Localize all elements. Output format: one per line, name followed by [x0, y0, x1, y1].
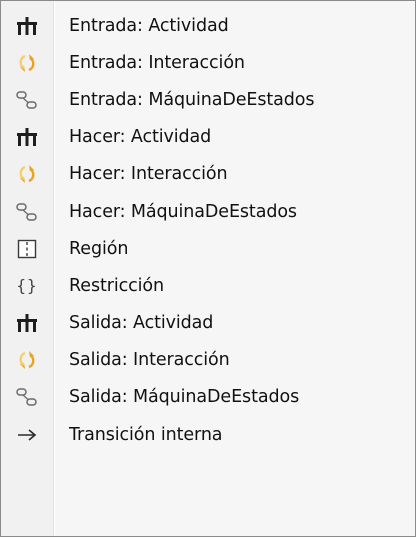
menu-item-region[interactable]: Región: [1, 230, 415, 267]
menu-item-entrada-maquina[interactable]: Entrada: MáquinaDeEstados: [1, 81, 415, 118]
menu-item-salida-actividad[interactable]: Salida: Actividad: [1, 305, 415, 342]
menu-item-label: Hacer: MáquinaDeEstados: [69, 201, 297, 222]
menu-item-label: Entrada: Interacción: [69, 52, 245, 73]
menu-item-label: Transición interna: [69, 424, 223, 445]
menu-item-hacer-actividad[interactable]: Hacer: Actividad: [1, 119, 415, 156]
menu-item-salida-maquina[interactable]: Salida: MáquinaDeEstados: [1, 379, 415, 416]
menu-item-hacer-maquina[interactable]: Hacer: MáquinaDeEstados: [1, 193, 415, 230]
activity-icon: [1, 119, 53, 156]
interaction-icon: [1, 342, 53, 379]
region-icon: [1, 230, 53, 267]
context-menu: Entrada: Actividad Entrada: Interacción: [0, 0, 416, 537]
interaction-icon: [1, 44, 53, 81]
menu-item-label: Salida: Interacción: [69, 350, 230, 371]
menu-item-hacer-interaccion[interactable]: Hacer: Interacción: [1, 156, 415, 193]
menu-items: Entrada: Actividad Entrada: Interacción: [1, 7, 415, 453]
menu-item-restriccion[interactable]: {} Restricción: [1, 267, 415, 304]
menu-item-label: Región: [69, 238, 129, 259]
state-machine-icon: [1, 379, 53, 416]
interaction-icon: [1, 156, 53, 193]
state-machine-icon: [1, 193, 53, 230]
constraint-icon: {}: [16, 276, 38, 296]
menu-item-label: Salida: MáquinaDeEstados: [69, 387, 300, 408]
menu-item-entrada-interaccion[interactable]: Entrada: Interacción: [1, 44, 415, 81]
menu-item-label: Hacer: Interacción: [69, 164, 228, 185]
menu-item-transicion-interna[interactable]: Transición interna: [1, 416, 415, 453]
menu-item-label: Entrada: Actividad: [69, 15, 229, 36]
menu-item-salida-interaccion[interactable]: Salida: Interacción: [1, 342, 415, 379]
menu-item-label: Hacer: Actividad: [69, 127, 212, 148]
activity-icon: [1, 7, 53, 44]
activity-icon: [1, 305, 53, 342]
menu-item-label: Salida: Actividad: [69, 313, 214, 334]
menu-item-label: Restricción: [69, 275, 164, 296]
menu-item-entrada-actividad[interactable]: Entrada: Actividad: [1, 7, 415, 44]
state-machine-icon: [1, 81, 53, 118]
arrow-right-icon: [1, 416, 53, 453]
menu-item-label: Entrada: MáquinaDeEstados: [69, 89, 315, 110]
